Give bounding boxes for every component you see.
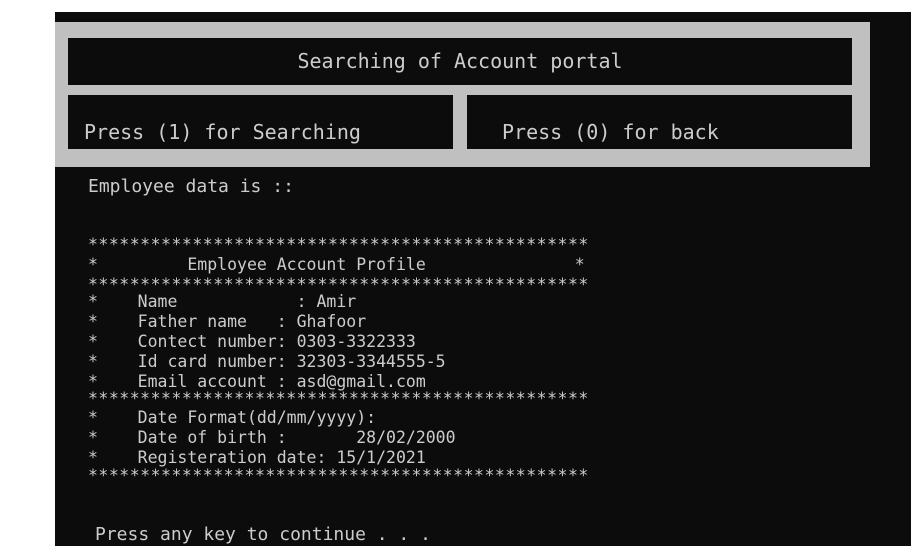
date-format-line: * Date Format(dd/mm/yyyy): [88,408,377,427]
profile-border-top: ****************************************… [88,235,589,254]
back-option-button[interactable]: Press (0) for back [467,95,852,149]
profile-border-bottom: ****************************************… [88,466,589,485]
portal-title: Searching of Account portal [68,38,852,85]
field-id-card-number: * Id card number: 32303-3344555-5 [88,352,446,371]
console-window: Searching of Account portal Press (1) fo… [55,12,911,546]
field-father-name: * Father name : Ghafoor [88,312,367,331]
profile-border-dates: ****************************************… [88,389,589,408]
profile-title: * Employee Account Profile * [88,255,585,274]
search-option-button[interactable]: Press (1) for Searching [68,95,453,149]
date-of-birth-line: * Date of birth : 28/02/2000 [88,428,456,447]
portal-menu-frame: Searching of Account portal Press (1) fo… [55,22,870,167]
continue-prompt: Press any key to continue . . . [95,524,431,545]
field-name: * Name : Amir [88,292,357,311]
field-contact-number: * Contect number: 0303-3322333 [88,332,416,351]
employee-data-heading: Employee data is :: [88,176,294,197]
registration-date-line: * Registeration date: 15/1/2021 [88,448,426,467]
